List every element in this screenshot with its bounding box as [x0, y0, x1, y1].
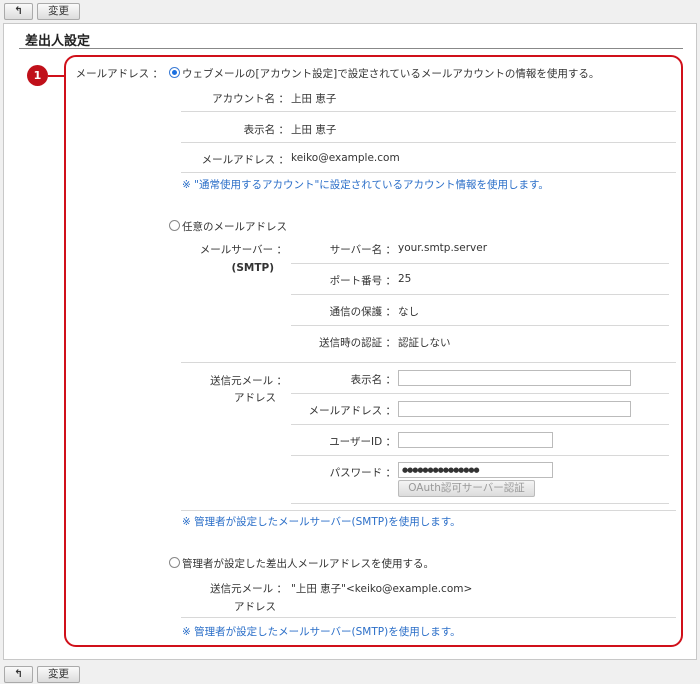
divider	[181, 617, 676, 618]
port-value: 25	[398, 273, 412, 285]
divider	[291, 393, 669, 394]
divider	[291, 503, 669, 504]
divider	[181, 172, 676, 173]
field-email-label: メールアドレス ：	[308, 405, 396, 417]
divider	[291, 424, 669, 425]
mail-server-label: メールサーバー ：	[199, 244, 287, 256]
divider	[181, 362, 676, 363]
divider	[291, 325, 669, 326]
divider	[181, 142, 676, 143]
mail-address-label: メールアドレス ：	[201, 154, 289, 166]
back-button[interactable]: ↰	[4, 3, 33, 20]
account-name-value: 上田 恵子	[291, 93, 337, 105]
field-display-name-label: 表示名 ：	[350, 374, 396, 386]
divider	[291, 263, 669, 264]
divider	[181, 111, 676, 112]
page-title: 差出人設定	[25, 34, 91, 49]
option1-note: ※ "通常使用するアカウント"に設定されているアカウント情報を使用します。	[182, 179, 549, 191]
display-name-label: 表示名 ：	[243, 124, 289, 136]
auth-label: 送信時の認証 ：	[319, 337, 396, 349]
option3-sender-label2: アドレス	[234, 601, 276, 613]
radio-custom-address[interactable]	[169, 220, 180, 231]
server-name-value: your.smtp.server	[398, 242, 488, 254]
option3-sender-value: "上田 恵子"<keiko@example.com>	[291, 583, 473, 595]
callout-line	[48, 75, 65, 77]
mail-address-value: keiko@example.com	[291, 152, 400, 164]
sender-address-label2: アドレス	[234, 392, 276, 404]
field-user-id-label: ユーザーID ：	[329, 436, 396, 448]
field-password-label: パスワード ：	[329, 467, 396, 479]
back-button-bottom[interactable]: ↰	[4, 666, 33, 683]
smtp-label: (SMTP)	[231, 262, 274, 274]
option3-note: ※ 管理者が設定したメールサーバー(SMTP)を使用します。	[182, 626, 461, 638]
back-arrow-icon: ↰	[14, 5, 23, 17]
password-input[interactable]: ●●●●●●●●●●●●●●●	[398, 462, 553, 478]
server-name-label: サーバー名 ：	[329, 244, 396, 256]
security-value: なし	[398, 306, 419, 318]
user-id-input[interactable]	[398, 432, 553, 448]
oauth-button[interactable]: OAuth認可サーバー認証	[398, 480, 535, 497]
title-divider	[19, 48, 683, 49]
option3-label[interactable]: 管理者が設定した差出人メールアドレスを使用する。	[182, 556, 434, 571]
option2-label[interactable]: 任意のメールアドレス	[182, 219, 287, 234]
divider	[291, 294, 669, 295]
option2-note: ※ 管理者が設定したメールサーバー(SMTP)を使用します。	[182, 516, 461, 528]
radio-webmail-account[interactable]	[169, 67, 180, 78]
divider	[291, 455, 669, 456]
display-name-input[interactable]	[398, 370, 631, 386]
port-label: ポート番号 ：	[329, 275, 396, 287]
callout-badge: 1	[27, 65, 48, 86]
option1-label[interactable]: ウェブメールの[アカウント設定]で設定されているメールアカウントの情報を使用する…	[182, 66, 599, 81]
email-address-label: メールアドレス ：	[75, 68, 163, 80]
option3-sender-label: 送信元メール ：	[210, 583, 287, 595]
sender-address-label: 送信元メール ：	[210, 375, 287, 387]
radio-admin-address[interactable]	[169, 557, 180, 568]
security-label: 通信の保護 ：	[329, 306, 396, 318]
divider	[181, 510, 676, 511]
auth-value: 認証しない	[398, 337, 451, 349]
display-name-value: 上田 恵子	[291, 124, 337, 136]
change-button[interactable]: 変更	[37, 3, 80, 20]
back-arrow-icon: ↰	[14, 668, 23, 680]
email-input[interactable]	[398, 401, 631, 417]
sender-settings-panel: 差出人設定 1 メールアドレス ： ウェブメールの[アカウント設定]で設定されて…	[3, 23, 697, 660]
change-button-bottom[interactable]: 変更	[37, 666, 80, 683]
account-name-label: アカウント名 ：	[212, 93, 289, 105]
